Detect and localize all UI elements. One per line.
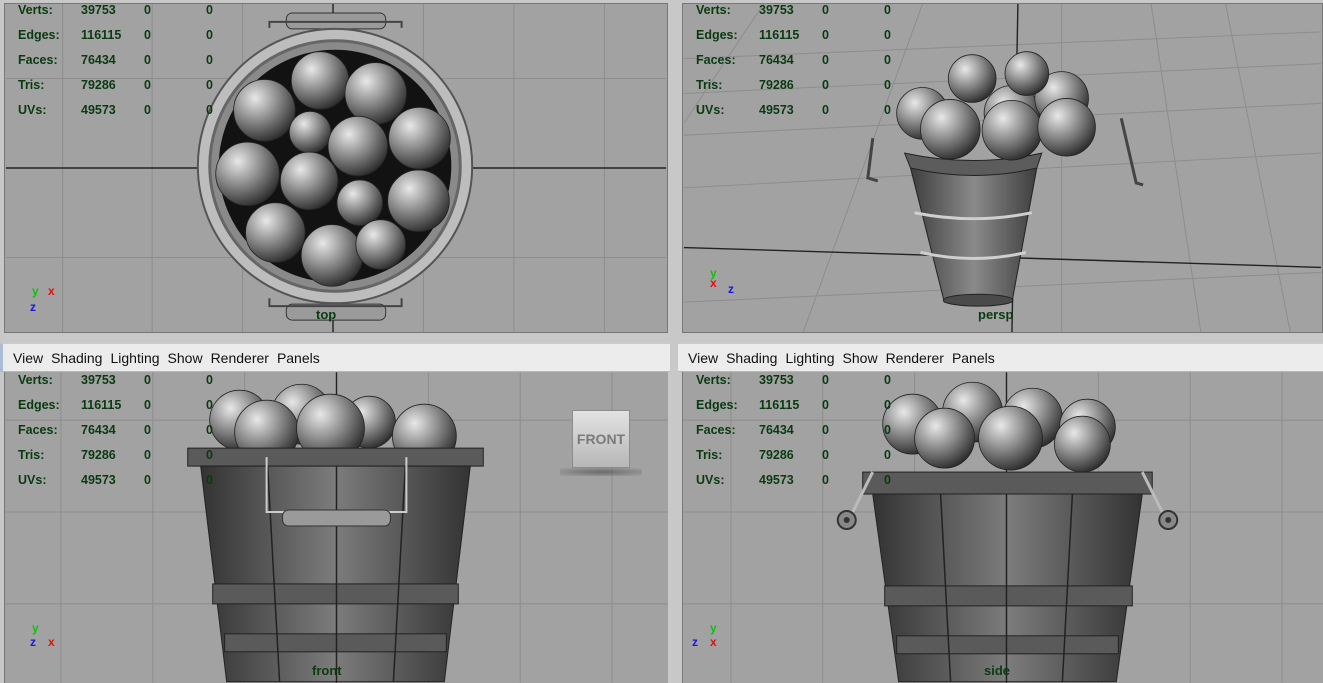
- menu-lighting[interactable]: Lighting: [781, 350, 838, 366]
- camera-name-label: persp: [978, 307, 1014, 322]
- viewport-persp[interactable]: Verts: 39753 0 0 Edges: 116115 0 0 Faces: 76434…: [678, 0, 1323, 336]
- bucket-front-view: [187, 383, 484, 683]
- grid: [5, 372, 668, 683]
- menu-show[interactable]: Show: [164, 350, 207, 366]
- menu-panels[interactable]: Panels: [273, 350, 324, 366]
- viewport-side[interactable]: View Shading Lighting Show Renderer Pane…: [678, 343, 1323, 683]
- menu-renderer[interactable]: Renderer: [207, 350, 273, 366]
- viewport-front-canvas[interactable]: [4, 372, 668, 683]
- bucket-persp-view: [866, 51, 1144, 307]
- panel-menubar: View Shading Lighting Show Renderer Pane…: [0, 343, 670, 372]
- menu-lighting[interactable]: Lighting: [106, 350, 163, 366]
- camera-name-label: front: [312, 663, 342, 678]
- menu-view[interactable]: View: [684, 350, 722, 366]
- axis-indicator: y x z: [710, 266, 734, 296]
- menu-view[interactable]: View: [9, 350, 47, 366]
- camera-name-label: top: [316, 307, 337, 322]
- panel-menubar: View Shading Lighting Show Renderer Pane…: [678, 343, 1323, 372]
- axis-indicator: y x z: [30, 284, 55, 314]
- viewport-top[interactable]: Verts: 39753 0 0 Edges: 116115 0 0 Faces: 76434…: [0, 0, 670, 336]
- menu-shading[interactable]: Shading: [722, 350, 781, 366]
- axis-indicator: y z x: [692, 621, 717, 649]
- menu-renderer[interactable]: Renderer: [882, 350, 948, 366]
- viewcube[interactable]: FRONT: [560, 410, 642, 476]
- menu-show[interactable]: Show: [839, 350, 882, 366]
- axis-indicator: y z x: [30, 621, 55, 649]
- menu-shading[interactable]: Shading: [47, 350, 106, 366]
- bucket-top-view: [196, 12, 474, 321]
- grid: [683, 372, 1323, 683]
- viewport-front[interactable]: View Shading Lighting Show Renderer Pane…: [0, 343, 670, 683]
- menu-panels[interactable]: Panels: [948, 350, 999, 366]
- viewport-side-canvas[interactable]: [682, 372, 1323, 683]
- camera-name-label: side: [984, 663, 1011, 678]
- viewcube-shadow: [560, 468, 642, 476]
- viewcube-front-face[interactable]: FRONT: [572, 410, 630, 468]
